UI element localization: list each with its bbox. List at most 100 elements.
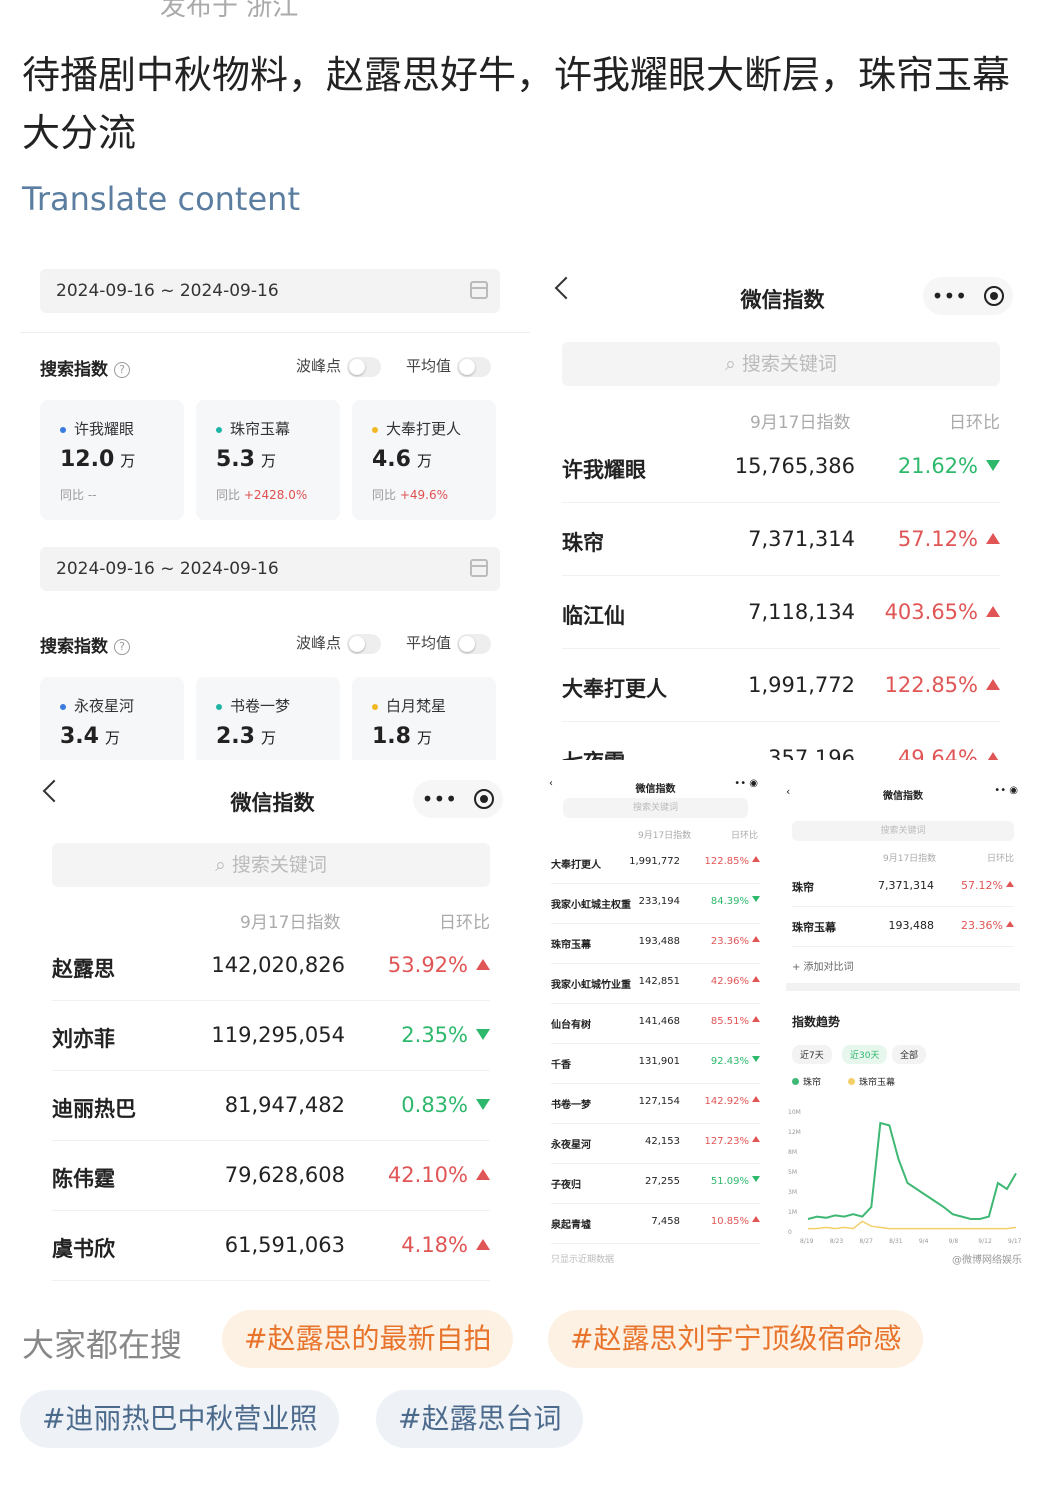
legend-dot: [792, 1078, 799, 1085]
watermark: @微博网络娱乐: [952, 1255, 1022, 1266]
hashtag-chip[interactable]: #赵露思刘宇宁顶级宿命感: [548, 1310, 924, 1368]
legend-item: 珠帘: [792, 1075, 821, 1088]
more-icon[interactable]: •••: [932, 284, 967, 308]
peak-toggle[interactable]: 波峰点: [296, 632, 382, 654]
table-row[interactable]: 泉起青墟 7,458 10.85%: [551, 1204, 760, 1244]
table-row[interactable]: 刘亦菲 119,295,054 2.35%: [52, 1001, 490, 1071]
peak-switch[interactable]: [347, 356, 382, 377]
peak-label: 波峰点: [296, 634, 342, 652]
table-row[interactable]: 珠帘 7,371,314 57.12%: [792, 867, 1014, 907]
table-row[interactable]: 仙台有树 141,468 85.51%: [551, 1004, 760, 1044]
trend-tab[interactable]: 全部: [892, 1045, 927, 1064]
arrow-up-icon: [986, 752, 1000, 760]
row-change: 10.85%: [711, 1216, 760, 1227]
x-tick-label: 9/12: [978, 1238, 992, 1245]
trend-tab[interactable]: 近30天: [842, 1045, 888, 1064]
translate-link[interactable]: Translate content: [22, 180, 300, 218]
record-icon[interactable]: [474, 789, 495, 809]
record-icon[interactable]: [984, 286, 1005, 306]
index-card[interactable]: 大奉打更人 4.6 万同比 +49.6%: [352, 400, 496, 520]
help-icon[interactable]: ?: [114, 639, 130, 655]
more-icon[interactable]: •••: [422, 787, 457, 811]
index-card[interactable]: 永夜星河 3.4 万: [40, 677, 184, 760]
table-row[interactable]: 千香 131,901 92.43%: [551, 1044, 760, 1084]
table-row[interactable]: 珠帘 7,371,314 57.12%: [562, 503, 1000, 576]
table-row[interactable]: 赵露思 142,020,826 53.92%: [52, 931, 490, 1001]
row-name: 我家小虹城主权重: [551, 900, 631, 911]
calendar-icon[interactable]: [470, 281, 488, 299]
table-row[interactable]: 我家小虹城主权重 233,194 84.39%: [551, 884, 760, 924]
trend-tab[interactable]: 近7天: [792, 1045, 832, 1064]
col-date-header: 9月17日指数: [883, 854, 937, 864]
avg-toggle[interactable]: 平均值: [406, 632, 492, 654]
table-row[interactable]: 虞书欣 61,591,063 4.18%: [52, 1211, 490, 1281]
keyword-search[interactable]: 搜索关键词: [792, 821, 1014, 841]
row-change: 0.83%: [401, 1093, 490, 1117]
keyword-search[interactable]: 搜索关键词: [563, 798, 748, 818]
index-card[interactable]: 白月梵星 1.8 万: [352, 677, 496, 760]
row-name: 大奉打更人: [562, 677, 667, 701]
avg-toggle[interactable]: 平均值: [406, 355, 492, 377]
capsule-menu[interactable]: •• ◉: [734, 778, 758, 789]
table-row[interactable]: 我家小虹城竹业重 142,851 42.96%: [551, 964, 760, 1004]
row-name: 陈伟霆: [52, 1167, 115, 1191]
legend-item: 珠帘玉幕: [848, 1075, 895, 1088]
peak-toggle[interactable]: 波峰点: [296, 355, 382, 377]
keyword-search[interactable]: ⌕ 搜索关键词: [562, 342, 1000, 386]
index-card[interactable]: 许我耀眼 12.0 万同比 --: [40, 400, 184, 520]
date-range-picker-2[interactable]: 2024-09-16 ~ 2024-09-16: [40, 547, 500, 591]
avg-switch[interactable]: [457, 633, 492, 654]
add-compare-link[interactable]: + 添加对比词: [792, 958, 854, 973]
hashtag-chip[interactable]: #赵露思的最新自拍: [222, 1310, 514, 1368]
arrow-up-icon: [476, 959, 490, 970]
card-unit: 万: [260, 729, 276, 747]
help-icon[interactable]: ?: [114, 362, 130, 378]
arrow-down-icon: [476, 1099, 490, 1110]
capsule-menu[interactable]: •••: [413, 780, 503, 818]
table-row[interactable]: 许我耀眼 15,765,386 21.62%: [562, 430, 1000, 503]
capsule-menu[interactable]: •• ◉: [994, 785, 1018, 796]
trend-chart: 10M 12M 8M 5M 3M 1M 0 8/19 8/23 8/27 8/31 9/4 9/8 9/1…: [788, 1109, 1022, 1245]
hashtag-chip[interactable]: #赵露思台词: [376, 1390, 584, 1448]
table-row[interactable]: 陈伟霆 79,628,608 42.10%: [52, 1141, 490, 1211]
y-tick-label: 5M: [788, 1169, 797, 1176]
row-change: 92.43%: [711, 1056, 760, 1067]
row-name: 我家小虹城竹业重: [551, 980, 631, 991]
avg-switch[interactable]: [457, 356, 492, 377]
search-placeholder: 搜索关键词: [741, 353, 837, 375]
search-index-header: 搜索指数? 波峰点 平均值: [40, 355, 500, 385]
table-row[interactable]: 珠帘玉幕 193,488 23.36%: [551, 924, 760, 964]
avg-label: 平均值: [406, 634, 452, 652]
card-value-row: 12.0 万: [60, 447, 164, 472]
table-row[interactable]: 珠帘玉幕 193,488 23.36%: [792, 907, 1014, 947]
index-card[interactable]: 珠帘玉幕 5.3 万同比 +2428.0%: [196, 400, 340, 520]
hashtag-chip[interactable]: #迪丽热巴中秋营业照: [20, 1390, 340, 1448]
row-change: 57.12%: [898, 527, 1000, 551]
table-row[interactable]: 大奉打更人 1,991,772 122.85%: [562, 649, 1000, 722]
calendar-icon[interactable]: [470, 559, 488, 577]
arrow-up-icon: [476, 1169, 490, 1180]
capsule-menu[interactable]: •••: [923, 277, 1013, 315]
date-range-picker[interactable]: 2024-09-16 ~ 2024-09-16: [40, 269, 500, 313]
table-row[interactable]: 大奉打更人 1,991,772 122.85%: [551, 844, 760, 884]
arrow-up-icon: [986, 533, 1000, 544]
arrow-up-icon: [752, 856, 760, 862]
peak-switch[interactable]: [347, 633, 382, 654]
table-row[interactable]: 永夜星河 42,153 127.23%: [551, 1124, 760, 1164]
row-name: 书卷一梦: [551, 1100, 591, 1111]
table-row[interactable]: 临江仙 7,118,134 403.65%: [562, 576, 1000, 649]
y-tick-label: 10M: [788, 1109, 801, 1116]
table-row[interactable]: 七夜雪 357,196 49.64%: [562, 722, 1000, 760]
table-row[interactable]: 书卷一梦 127,154 142.92%: [551, 1084, 760, 1124]
table-row[interactable]: 迪丽热巴 81,947,482 0.83%: [52, 1071, 490, 1141]
keyword-search[interactable]: ⌕ 搜索关键词: [52, 843, 490, 887]
card-unit: 万: [104, 729, 120, 747]
search-index-label: 搜索指数: [40, 360, 108, 380]
card-name-row: 白月梵星: [372, 695, 476, 716]
row-change-value: 21.62%: [897, 454, 978, 478]
series-line-1: [807, 1121, 1017, 1220]
index-card[interactable]: 书卷一梦 2.3 万: [196, 677, 340, 760]
table-row[interactable]: 子夜归 27,255 51.09%: [551, 1164, 760, 1204]
card-value-row: 1.8 万: [372, 724, 476, 749]
row-value: 127,154: [638, 1096, 680, 1107]
